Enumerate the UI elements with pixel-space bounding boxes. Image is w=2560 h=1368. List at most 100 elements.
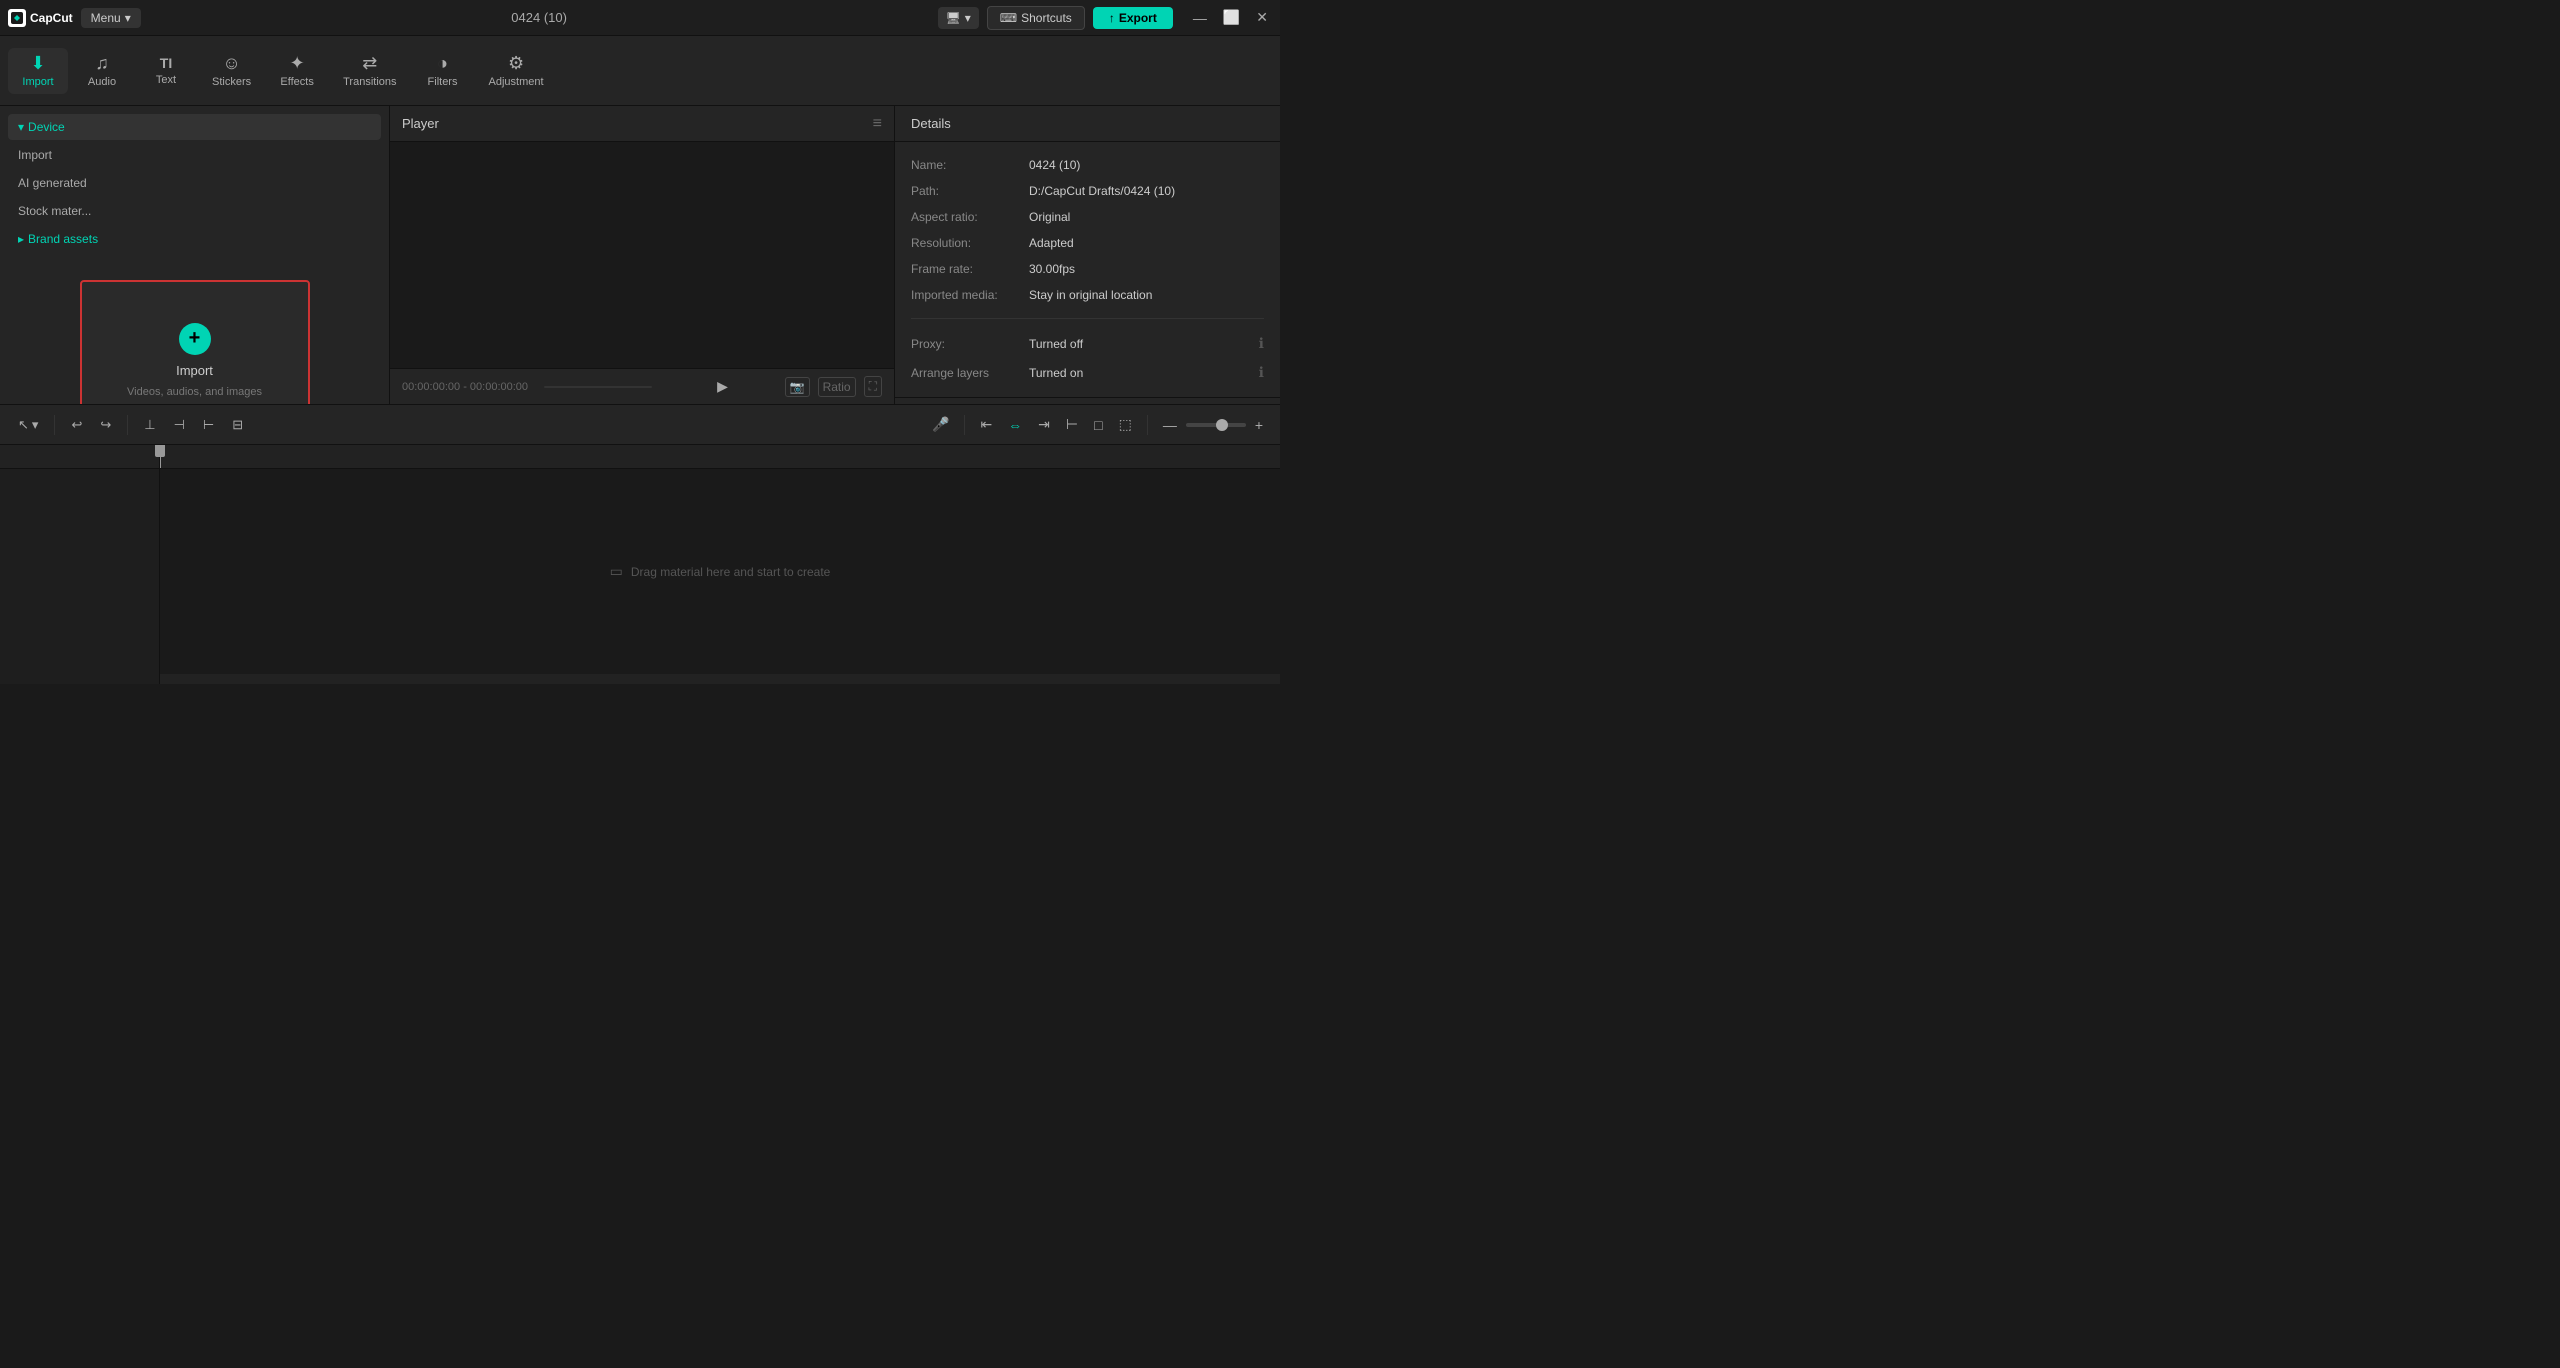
import-dropzone[interactable]: + Import Videos, audios, and images (80, 280, 310, 404)
effects-icon: ✦ (290, 54, 305, 72)
timeline-right-tools: 🎤 ⇤ ⇔ ⇥ ⊢ □ ⬚ — (927, 412, 1268, 437)
media-panel: ▾ Device Import AI generated Stock mater… (0, 106, 390, 404)
monitor-button[interactable]: 🖥 ▾ (938, 7, 979, 29)
zoom-slider[interactable] (1186, 423, 1246, 427)
undo-button[interactable]: ↩ (65, 413, 88, 437)
timeline-playhead[interactable] (160, 445, 161, 468)
media-nav-brand-assets[interactable]: ▸ Brand assets (8, 226, 381, 252)
detail-value-imported-media: Stay in original location (1029, 288, 1152, 302)
toolbar-divider-3 (964, 415, 965, 435)
mic-icon: 🎤 (932, 416, 949, 432)
toolbar-item-text[interactable]: TI Text (136, 50, 196, 92)
chevron-down-icon: ▾ (125, 11, 131, 25)
zoom-out-button[interactable]: — (1158, 413, 1182, 437)
import-box-sublabel: Videos, audios, and images (127, 386, 262, 398)
tl-tool-1[interactable]: ⇤ (975, 412, 997, 437)
toolbar-item-effects[interactable]: ✦ Effects (267, 48, 327, 94)
maximize-button[interactable]: ⬜ (1219, 7, 1244, 28)
delete-tool[interactable]: ⊟ (226, 413, 249, 437)
tl-icon-3: ⇥ (1038, 416, 1050, 432)
import-plus-icon: + (179, 323, 211, 355)
toolbar-item-import[interactable]: ⬇ Import (8, 48, 68, 94)
toolbar-label-import: Import (22, 76, 53, 88)
media-content: + Import Videos, audios, and images (0, 260, 389, 404)
main-toolbar: ⬇ Import ♫ Audio TI Text ☺ Stickers ✦ Ef… (0, 36, 1280, 106)
logo-icon (8, 9, 26, 27)
detail-value-aspect: Original (1029, 210, 1070, 224)
tl-tool-3[interactable]: ⇥ (1033, 412, 1055, 437)
close-button[interactable]: ✕ (1252, 7, 1272, 28)
minimize-button[interactable]: — (1189, 8, 1211, 28)
trim-right-tool[interactable]: ⊢ (197, 413, 220, 437)
menu-button[interactable]: Menu ▾ (81, 8, 141, 28)
trim-left-icon: ⊣ (174, 417, 185, 433)
proxy-info-icon[interactable]: ℹ (1259, 335, 1264, 352)
toolbar-label-adjustment: Adjustment (489, 76, 544, 88)
arrange-layers-info-icon[interactable]: ℹ (1259, 364, 1264, 381)
toolbar-item-audio[interactable]: ♫ Audio (72, 48, 132, 94)
detail-label-resolution: Resolution: (911, 236, 1021, 250)
split-tool[interactable]: ⊥ (138, 413, 161, 437)
screenshot-icon[interactable]: 📷 (785, 377, 810, 397)
toolbar-label-stickers: Stickers (212, 76, 251, 88)
zoom-handle[interactable] (1216, 419, 1228, 431)
fullscreen-icon[interactable]: ⛶ (864, 376, 882, 397)
timeline-area: ↖ ▾ ↩ ↪ ⊥ ⊣ ⊢ ⊟ 🎤 ⇤ (0, 404, 1280, 684)
detail-row-imported-media: Imported media: Stay in original locatio… (911, 288, 1264, 302)
detail-label-aspect: Aspect ratio: (911, 210, 1021, 224)
zoom-in-button[interactable]: + (1250, 413, 1268, 437)
text-icon: TI (160, 56, 172, 70)
media-nav-ai-generated[interactable]: AI generated (8, 170, 381, 196)
detail-row-path: Path: D:/CapCut Drafts/0424 (10) (911, 184, 1264, 198)
timeline-ruler[interactable] (160, 445, 1280, 469)
undo-icon: ↩ (71, 417, 82, 433)
media-nav-stock-material[interactable]: Stock mater... (8, 198, 381, 224)
tl-tool-2[interactable]: ⇔ (1003, 413, 1027, 437)
shortcuts-button[interactable]: ⌨ Shortcuts (987, 6, 1085, 30)
project-title: 0424 (10) (511, 10, 567, 25)
tl-tool-6[interactable]: ⬚ (1114, 412, 1137, 437)
detail-value-arrange-layers: Turned on (1029, 366, 1083, 380)
detail-value-framerate: 30.00fps (1029, 262, 1075, 276)
timeline-left-panel (0, 445, 160, 684)
timeline-tracks[interactable]: ▭ Drag material here and start to create (160, 469, 1280, 674)
ratio-label[interactable]: Ratio (818, 377, 856, 397)
player-menu-icon[interactable]: ≡ (873, 115, 882, 133)
redo-button[interactable]: ↪ (94, 413, 117, 437)
chevron-right-icon-brand: ▸ (18, 232, 24, 246)
toolbar-item-transitions[interactable]: ⇄ Transitions (331, 48, 408, 94)
media-nav-device[interactable]: ▾ Device (8, 114, 381, 140)
select-tool[interactable]: ↖ ▾ (12, 413, 44, 437)
tl-tool-4[interactable]: ⊢ (1061, 412, 1083, 437)
toolbar-item-filters[interactable]: ◑ Filters (413, 48, 473, 94)
redo-icon: ↪ (100, 417, 111, 433)
play-button[interactable]: ▶ (717, 378, 728, 395)
tl-icon-5: □ (1094, 417, 1102, 433)
mic-button[interactable]: 🎤 (927, 412, 954, 437)
export-button[interactable]: ↑ Export (1093, 7, 1173, 29)
player-progress-bar[interactable] (544, 386, 652, 388)
chevron-down-icon-monitor: ▾ (965, 11, 971, 25)
media-nav-import[interactable]: Import (8, 142, 381, 168)
trim-left-tool[interactable]: ⊣ (168, 413, 191, 437)
player-canvas (390, 142, 894, 368)
detail-label-imported-media: Imported media: (911, 288, 1021, 302)
tl-tool-5[interactable]: □ (1089, 413, 1107, 437)
details-panel: Details Name: 0424 (10) Path: D:/CapCut … (895, 106, 1280, 404)
detail-value-proxy: Turned off (1029, 337, 1083, 351)
drag-hint-icon: ▭ (610, 563, 623, 580)
app-name: CapCut (30, 11, 73, 25)
audio-icon: ♫ (95, 54, 109, 72)
tl-icon-1: ⇤ (980, 416, 992, 432)
timeline-playhead-handle[interactable] (155, 445, 165, 457)
tl-icon-4: ⊢ (1066, 416, 1078, 432)
export-icon: ↑ (1109, 11, 1115, 25)
player-area: Player ≡ 00:00:00:00 - 00:00:00:00 ▶ 📷 R… (390, 106, 895, 404)
timeline-scrollbar[interactable] (160, 674, 1280, 684)
toolbar-item-stickers[interactable]: ☺ Stickers (200, 48, 263, 94)
details-title: Details (911, 116, 951, 131)
toolbar-item-adjustment[interactable]: ⚙ Adjustment (477, 48, 556, 94)
detail-row-name: Name: 0424 (10) (911, 158, 1264, 172)
details-content: Name: 0424 (10) Path: D:/CapCut Drafts/0… (895, 142, 1280, 397)
media-nav: ▾ Device Import AI generated Stock mater… (0, 106, 389, 260)
